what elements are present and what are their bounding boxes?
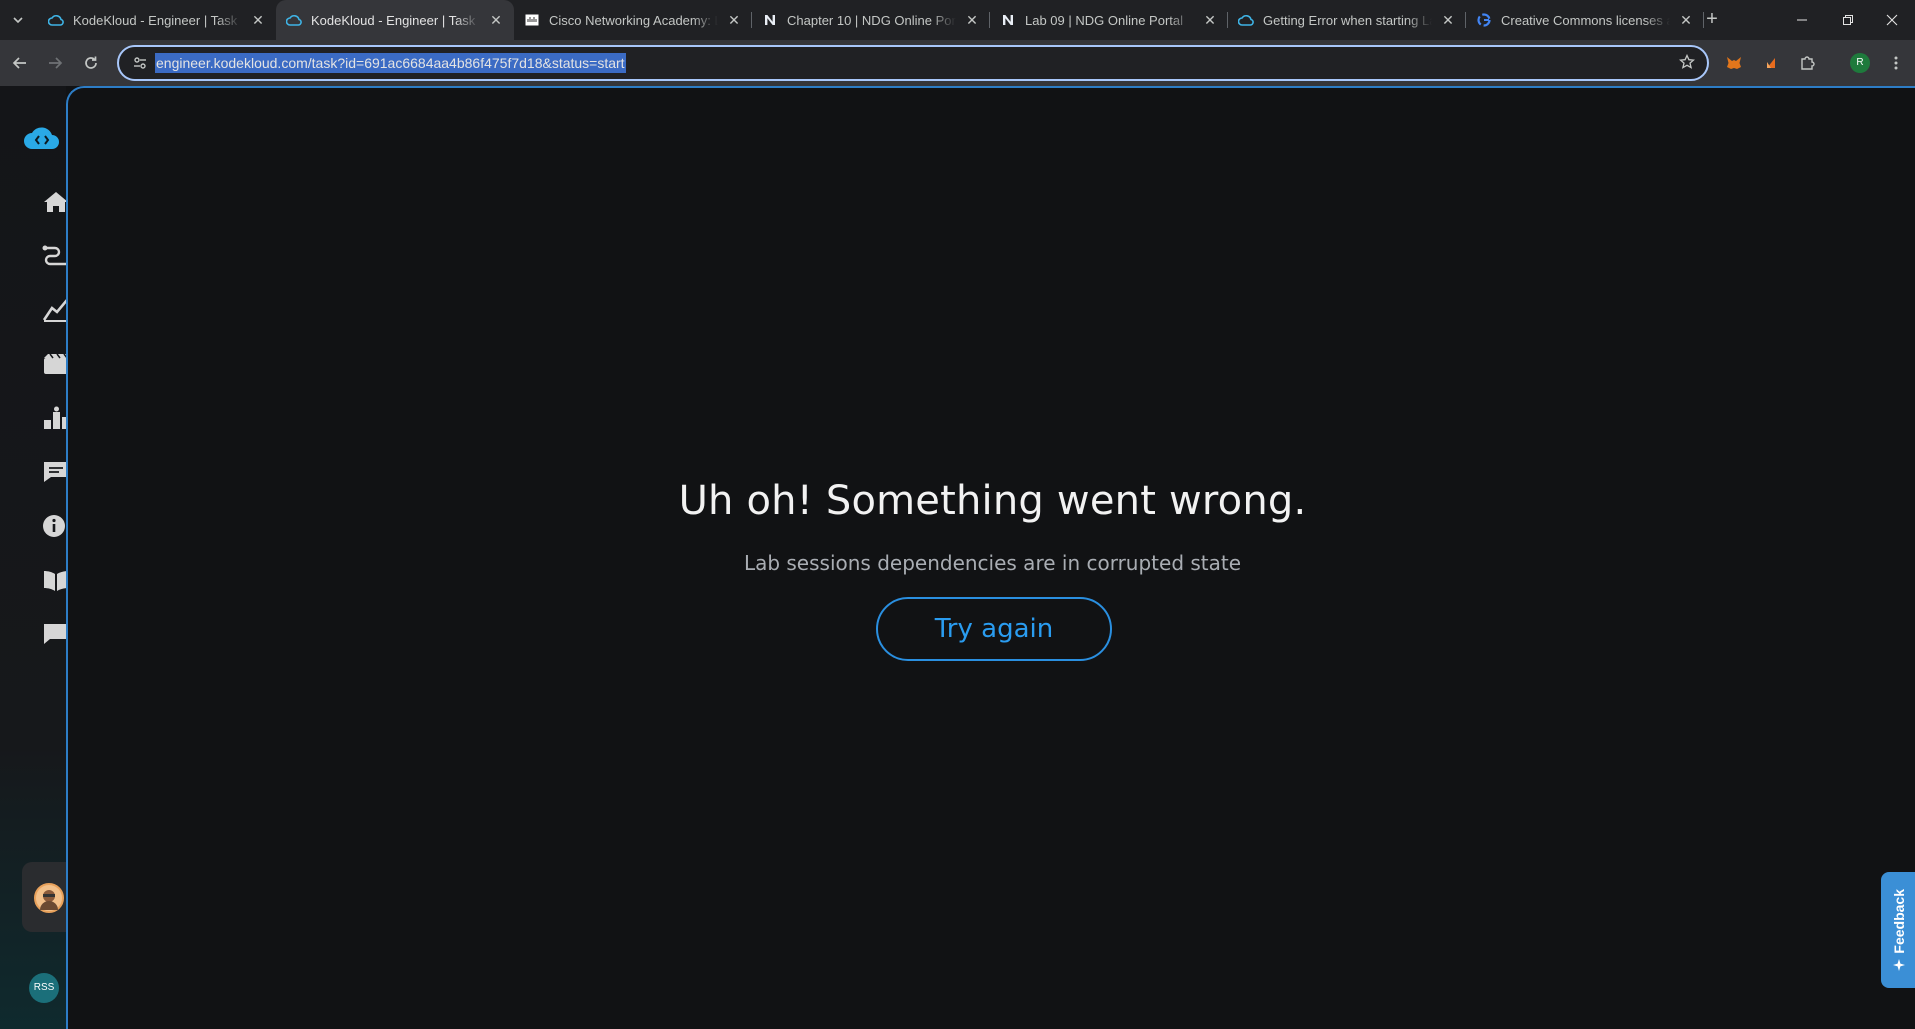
- user-avatar[interactable]: [34, 883, 64, 913]
- rss-badge[interactable]: RSS: [29, 973, 59, 1003]
- tab-title: Getting Error when starting Lab: [1263, 12, 1432, 28]
- extension-icon[interactable]: [1760, 52, 1782, 74]
- progress-chart-icon[interactable]: [42, 298, 66, 322]
- kodekloud-logo-icon[interactable]: [22, 122, 62, 152]
- browser-tab[interactable]: Lab 09 | NDG Online Portal ✕: [990, 0, 1228, 40]
- close-icon[interactable]: ✕: [726, 12, 742, 28]
- close-icon[interactable]: ✕: [488, 12, 504, 28]
- kodekloud-icon: [1238, 12, 1254, 28]
- restore-icon: [1843, 15, 1853, 25]
- arrow-left-icon: [12, 57, 26, 69]
- restore-button[interactable]: [1825, 0, 1871, 40]
- leaderboard-icon[interactable]: [42, 406, 66, 430]
- ndg-icon: [1000, 12, 1016, 28]
- metamask-extension-icon[interactable]: [1723, 52, 1745, 74]
- app-sidebar: RSS: [0, 86, 66, 1029]
- extensions-puzzle-icon[interactable]: [1796, 52, 1818, 74]
- close-icon[interactable]: ✕: [250, 12, 266, 28]
- tab-title: KodeKloud - Engineer | Task: [73, 12, 238, 28]
- sparkle-icon: [1893, 959, 1905, 972]
- close-icon[interactable]: ✕: [964, 12, 980, 28]
- tab-title: Cisco Networking Academy: Lin: [549, 12, 718, 28]
- browser-window: KodeKloud - Engineer | Task ✕ KodeKloud …: [0, 0, 1915, 1029]
- arrow-right-icon: [49, 57, 63, 69]
- browser-tab[interactable]: Cisco Networking Academy: Lin ✕: [514, 0, 752, 40]
- web-page: RSS Uh oh! Something went wrong. Lab ses…: [0, 86, 1915, 1029]
- minimize-button[interactable]: [1779, 0, 1825, 40]
- google-icon: [1476, 12, 1492, 28]
- browser-toolbar: engineer.kodekloud.com/task?id=691ac6684…: [0, 40, 1915, 86]
- kodekloud-icon: [48, 12, 64, 28]
- discussion-icon[interactable]: [42, 460, 66, 484]
- reload-button[interactable]: [76, 48, 106, 78]
- feedback-tab[interactable]: Feedback: [1881, 872, 1915, 988]
- browser-tab[interactable]: Getting Error when starting Lab ✕: [1228, 0, 1466, 40]
- close-icon[interactable]: ✕: [1202, 12, 1218, 28]
- videos-icon[interactable]: [42, 352, 66, 376]
- forward-button[interactable]: [40, 48, 70, 78]
- close-icon: [1886, 14, 1898, 26]
- url-text[interactable]: engineer.kodekloud.com/task?id=691ac6684…: [155, 53, 626, 73]
- error-title: Uh oh! Something went wrong.: [678, 478, 1307, 524]
- close-icon[interactable]: ✕: [1678, 12, 1694, 28]
- browser-menu-icon[interactable]: [1885, 52, 1907, 74]
- minimize-icon: [1797, 19, 1807, 21]
- tab-title: Creative Commons licenses allo: [1501, 12, 1670, 28]
- try-again-button[interactable]: Try again: [876, 597, 1112, 661]
- browser-tab[interactable]: Creative Commons licenses allo ✕: [1466, 0, 1704, 40]
- browser-tab[interactable]: KodeKloud - Engineer | Task ✕: [38, 0, 276, 40]
- window-close-button[interactable]: [1869, 0, 1915, 40]
- cisco-icon: [524, 12, 540, 28]
- main-content: Uh oh! Something went wrong. Lab session…: [66, 86, 1915, 1029]
- address-bar[interactable]: engineer.kodekloud.com/task?id=691ac6684…: [117, 45, 1709, 81]
- close-icon[interactable]: ✕: [1440, 12, 1456, 28]
- error-message: Lab sessions dependencies are in corrupt…: [743, 551, 1242, 575]
- chevron-down-icon: [13, 17, 23, 24]
- tab-strip: KodeKloud - Engineer | Task ✕ KodeKloud …: [0, 0, 1915, 40]
- tab-title: KodeKloud - Engineer | Task: [311, 12, 476, 28]
- bookmark-star-icon[interactable]: [1678, 53, 1696, 75]
- feedback-label: Feedback: [1891, 888, 1907, 954]
- browser-tab-active[interactable]: KodeKloud - Engineer | Task ✕: [276, 0, 514, 40]
- reload-icon: [85, 56, 97, 69]
- chat-icon[interactable]: [42, 622, 66, 646]
- kodekloud-icon: [286, 12, 302, 28]
- site-settings-icon[interactable]: [129, 52, 151, 74]
- tab-title: Lab 09 | NDG Online Portal: [1025, 12, 1184, 28]
- tab-list: KodeKloud - Engineer | Task ✕ KodeKloud …: [38, 0, 1704, 40]
- tab-title: Chapter 10 | NDG Online Portal: [787, 12, 956, 28]
- browser-tab[interactable]: Chapter 10 | NDG Online Portal ✕: [752, 0, 990, 40]
- tab-search-button[interactable]: [6, 8, 30, 32]
- learning-path-icon[interactable]: [42, 244, 66, 268]
- profile-avatar[interactable]: R: [1850, 53, 1870, 73]
- back-button[interactable]: [5, 48, 35, 78]
- info-icon[interactable]: [42, 514, 66, 538]
- home-icon[interactable]: [42, 190, 66, 214]
- ndg-icon: [762, 12, 778, 28]
- docs-book-icon[interactable]: [42, 568, 66, 592]
- new-tab-button[interactable]: +: [1700, 8, 1724, 32]
